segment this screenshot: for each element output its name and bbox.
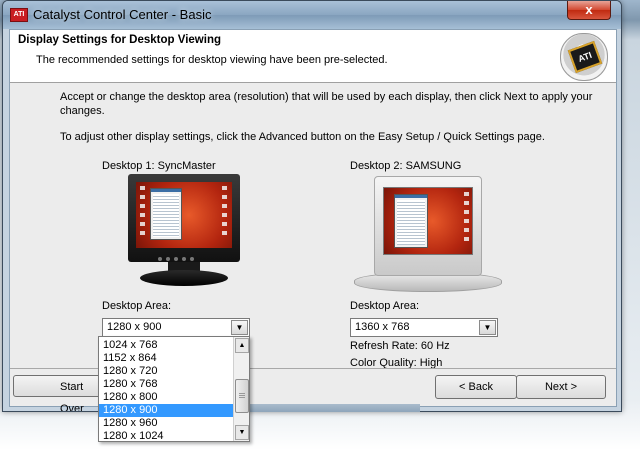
ccc-window: ATI Catalyst Control Center - Basic x Di… [2, 0, 622, 412]
mini-window [394, 194, 428, 248]
desktop1-area-label: Desktop Area: [102, 300, 172, 312]
list-item[interactable]: 1280 x 800 [99, 391, 235, 404]
mini-window [150, 188, 182, 240]
advanced-hint-text: To adjust other display settings, click … [60, 131, 545, 143]
chevron-down-icon[interactable]: ▼ [231, 320, 248, 335]
monitor-bezel [374, 176, 482, 276]
title-bar[interactable]: ATI Catalyst Control Center - Basic x [3, 1, 621, 29]
close-button[interactable]: x [567, 1, 611, 20]
scroll-down-icon[interactable]: ▼ [235, 425, 249, 440]
window-title: Catalyst Control Center - Basic [33, 7, 212, 22]
desktop2-area-label: Desktop Area: [350, 300, 420, 312]
list-item-selected[interactable]: 1280 x 900 [99, 404, 235, 417]
desktop1-label: Desktop 1: SyncMaster [102, 160, 216, 172]
desktop-icons [222, 186, 227, 240]
syncmaster-monitor-icon [128, 174, 240, 290]
monitor-base [140, 270, 228, 286]
desktop-icons [140, 186, 145, 240]
monitor-screen [136, 182, 232, 248]
desktop2-resolution-select[interactable]: 1360 x 768 ▼ [350, 318, 498, 337]
scroll-up-icon[interactable]: ▲ [235, 338, 249, 353]
desktop-icons [464, 192, 469, 246]
wizard-title: Display Settings for Desktop Viewing [18, 34, 221, 46]
ati-app-icon: ATI [10, 8, 28, 22]
list-item[interactable]: 1280 x 1024 [99, 430, 235, 441]
list-item[interactable]: 1024 x 768 [99, 339, 235, 352]
monitor-screen [383, 187, 473, 255]
ati-chip-icon: ATI [567, 40, 603, 74]
scrollbar-thumb[interactable] [235, 379, 249, 413]
list-item[interactable]: 1152 x 864 [99, 352, 235, 365]
list-item[interactable]: 1280 x 720 [99, 365, 235, 378]
desktop1-resolution-value: 1280 x 900 [107, 321, 162, 333]
chevron-down-icon[interactable]: ▼ [479, 320, 496, 335]
back-button[interactable]: < Back [435, 375, 517, 399]
ati-logo-icon: ATI [560, 33, 608, 81]
monitor-buttons [158, 252, 210, 261]
desktop2-resolution-value: 1360 x 768 [355, 321, 410, 333]
resolution-dropdown-list[interactable]: 1024 x 768 1152 x 864 1280 x 720 1280 x … [98, 336, 250, 442]
desktop1-resolution-select[interactable]: 1280 x 900 ▼ [102, 318, 250, 337]
next-button[interactable]: Next > [516, 375, 606, 399]
samsung-monitor-icon [354, 174, 502, 292]
taskbar-fragment [248, 404, 420, 412]
dropdown-scrollbar[interactable]: ▲ ▼ [233, 337, 249, 441]
wizard-subtitle: The recommended settings for desktop vie… [36, 54, 388, 66]
wizard-header: Display Settings for Desktop Viewing The… [10, 30, 616, 83]
list-item[interactable]: 1280 x 960 [99, 417, 235, 430]
desktop2-label: Desktop 2: SAMSUNG [350, 160, 462, 172]
start-over-button[interactable]: Start Over [13, 375, 103, 411]
monitor-bezel [128, 174, 240, 262]
refresh-rate-text: Refresh Rate: 60 Hz [350, 340, 450, 352]
list-item[interactable]: 1280 x 768 [99, 378, 235, 391]
instruction-text: Accept or change the desktop area (resol… [60, 91, 593, 117]
